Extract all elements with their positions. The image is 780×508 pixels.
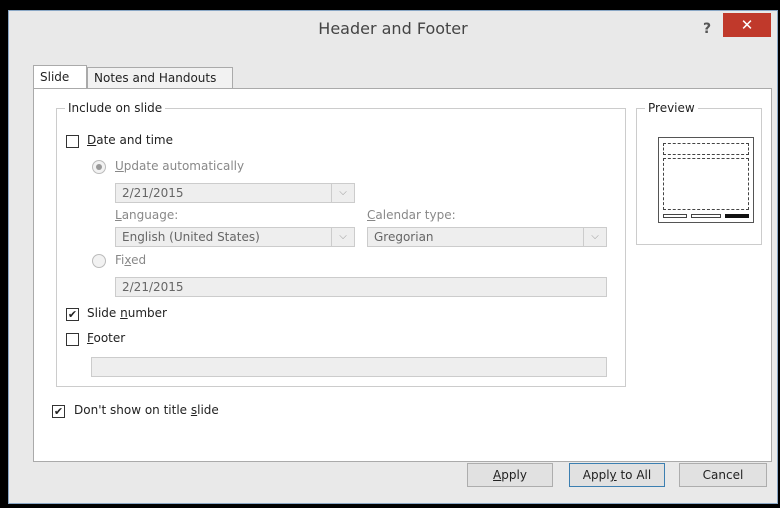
- chevron-down-icon: ⌵: [331, 184, 354, 202]
- date-time-label[interactable]: Date and time: [87, 133, 173, 147]
- check-icon: ✔: [53, 405, 64, 418]
- language-select[interactable]: English (United States) ⌵: [115, 227, 355, 247]
- preview-content-placeholder: [663, 158, 749, 210]
- preview-title-placeholder: [663, 143, 749, 155]
- apply-button[interactable]: Apply: [467, 463, 553, 487]
- title-bar: Header and Footer ? ✕: [9, 11, 777, 47]
- slide-preview: [658, 137, 754, 223]
- close-icon: ✕: [740, 16, 754, 34]
- tab-notes-and-handouts[interactable]: Notes and Handouts: [87, 67, 233, 89]
- update-automatically-label[interactable]: Update automatically: [115, 159, 244, 173]
- preview-slide-number-placeholder: [725, 214, 749, 218]
- include-group-legend: Include on slide: [68, 101, 163, 115]
- dialog-window: Header and Footer ? ✕ Notes and Handouts…: [8, 10, 778, 504]
- slide-number-label[interactable]: Slide number: [87, 306, 167, 320]
- fixed-radio[interactable]: [92, 254, 106, 268]
- chevron-down-icon: ⌵: [583, 228, 606, 246]
- check-icon: ✔: [67, 308, 78, 321]
- update-automatically-radio[interactable]: [92, 160, 106, 174]
- tab-panel: Include on slide Date and time Update au…: [33, 88, 772, 462]
- calendar-type-label: Calendar type:: [367, 208, 456, 222]
- preview-footer-placeholder: [691, 214, 721, 218]
- chevron-down-icon: ⌵: [331, 228, 354, 246]
- preview-legend: Preview: [648, 101, 695, 115]
- close-button[interactable]: ✕: [723, 13, 771, 37]
- date-time-checkbox[interactable]: [66, 135, 79, 148]
- preview-group: Preview: [636, 101, 762, 245]
- calendar-type-select[interactable]: Gregorian ⌵: [367, 227, 607, 247]
- help-button[interactable]: ?: [699, 19, 715, 39]
- slide-number-checkbox[interactable]: ✔: [66, 308, 79, 321]
- preview-date-placeholder: [663, 214, 687, 218]
- date-format-select[interactable]: 2/21/2015 ⌵: [115, 183, 355, 203]
- language-label: Language:: [115, 208, 179, 222]
- footer-label[interactable]: Footer: [87, 331, 125, 345]
- apply-to-all-button[interactable]: Apply to All: [569, 463, 665, 487]
- dont-show-on-title-slide-label[interactable]: Don't show on title slide: [74, 403, 219, 417]
- dont-show-on-title-slide-checkbox[interactable]: ✔: [52, 405, 65, 418]
- footer-checkbox[interactable]: [66, 333, 79, 346]
- tab-slide[interactable]: Slide: [33, 65, 87, 89]
- fixed-label[interactable]: Fixed: [115, 253, 146, 267]
- cancel-button[interactable]: Cancel: [679, 463, 767, 487]
- fixed-date-field[interactable]: 2/21/2015: [115, 277, 607, 297]
- footer-text-field[interactable]: [91, 357, 607, 377]
- include-on-slide-group: Include on slide Date and time Update au…: [56, 101, 626, 387]
- dialog-title: Header and Footer: [318, 19, 468, 38]
